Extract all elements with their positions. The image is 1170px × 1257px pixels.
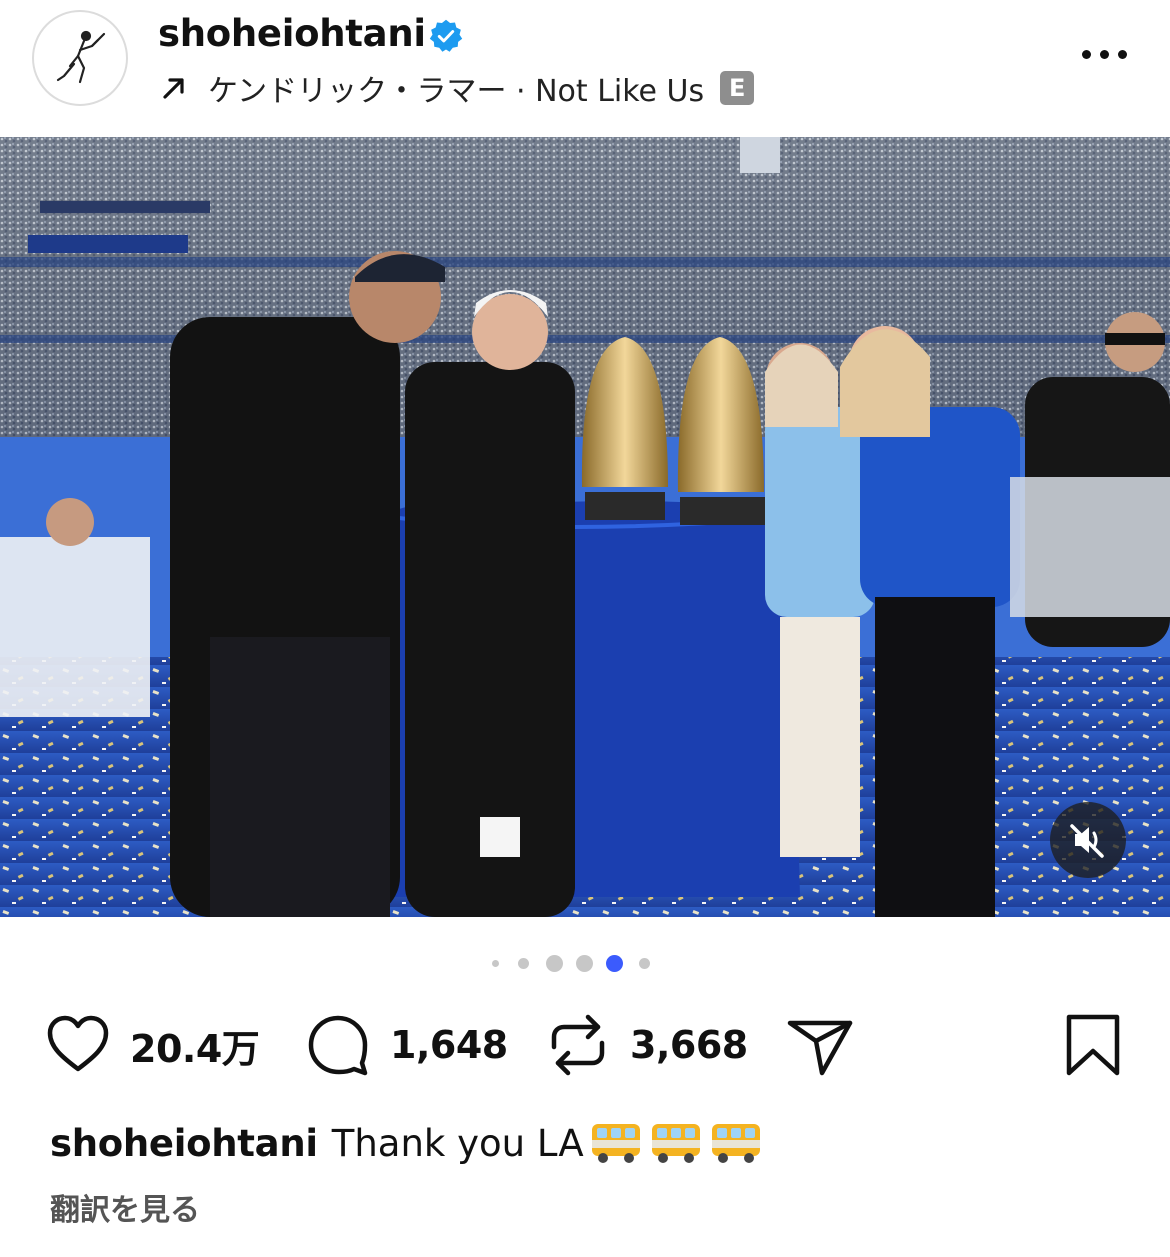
- more-dot: [1082, 50, 1091, 59]
- player-silhouette-icon: [56, 30, 106, 84]
- repost-icon[interactable]: [546, 1011, 610, 1079]
- share-action[interactable]: [786, 1005, 854, 1085]
- more-options-button[interactable]: [1078, 38, 1132, 68]
- explicit-badge: E: [720, 71, 755, 105]
- more-dot: [1118, 50, 1127, 59]
- like-count: 20.4万: [130, 1026, 260, 1071]
- caption-username[interactable]: shoheiohtani: [50, 1122, 318, 1165]
- trending-arrow-icon: [163, 78, 184, 99]
- carousel-dot: [546, 955, 563, 972]
- music-attribution[interactable]: ケンドリック・ラマー · Not Like Us E: [160, 66, 755, 110]
- post-username[interactable]: shoheiohtani: [158, 12, 426, 55]
- carousel-dot: [639, 958, 650, 969]
- post-header: shoheiohtani ケンドリック・ラマー · Not Like Us E: [0, 0, 1170, 135]
- repost-count: 3,668: [630, 1023, 748, 1067]
- music-title: ケンドリック・ラマー · Not Like Us: [208, 74, 705, 109]
- carousel-dot: [518, 958, 529, 969]
- comment-action[interactable]: 1,648: [304, 1005, 508, 1085]
- speaker-muted-icon: [1070, 824, 1104, 858]
- bus-emoji-icon: [591, 1124, 640, 1163]
- carousel-dot: [576, 955, 593, 972]
- carousel-dot: [492, 960, 499, 967]
- heart-icon[interactable]: [44, 1011, 112, 1079]
- save-action[interactable]: [1064, 1005, 1122, 1085]
- bookmark-icon[interactable]: [1064, 1011, 1122, 1079]
- carousel-indicator: [0, 950, 1170, 976]
- see-translation-link[interactable]: 翻訳を見る: [50, 1185, 200, 1229]
- mute-toggle-button[interactable]: [1050, 802, 1126, 878]
- like-action[interactable]: 20.4万: [44, 1005, 260, 1085]
- carousel-dot-active: [606, 955, 623, 972]
- bus-emoji-icon: [711, 1124, 760, 1163]
- comment-icon[interactable]: [304, 1011, 372, 1079]
- caption-text: Thank you LA: [331, 1121, 584, 1165]
- celebration-photo: [0, 137, 1170, 917]
- action-bar: 20.4万 1,648 3,668: [0, 1005, 1170, 1085]
- verified-badge-icon: [429, 19, 463, 52]
- send-icon[interactable]: [786, 1011, 854, 1079]
- post-photo[interactable]: [0, 137, 1170, 917]
- more-dot: [1100, 50, 1109, 59]
- bus-emoji-icon: [651, 1124, 700, 1163]
- comment-count: 1,648: [390, 1023, 508, 1067]
- post-caption: shoheiohtani Thank you LA: [50, 1118, 764, 1168]
- profile-avatar[interactable]: [32, 10, 128, 106]
- repost-action[interactable]: 3,668: [546, 1005, 748, 1085]
